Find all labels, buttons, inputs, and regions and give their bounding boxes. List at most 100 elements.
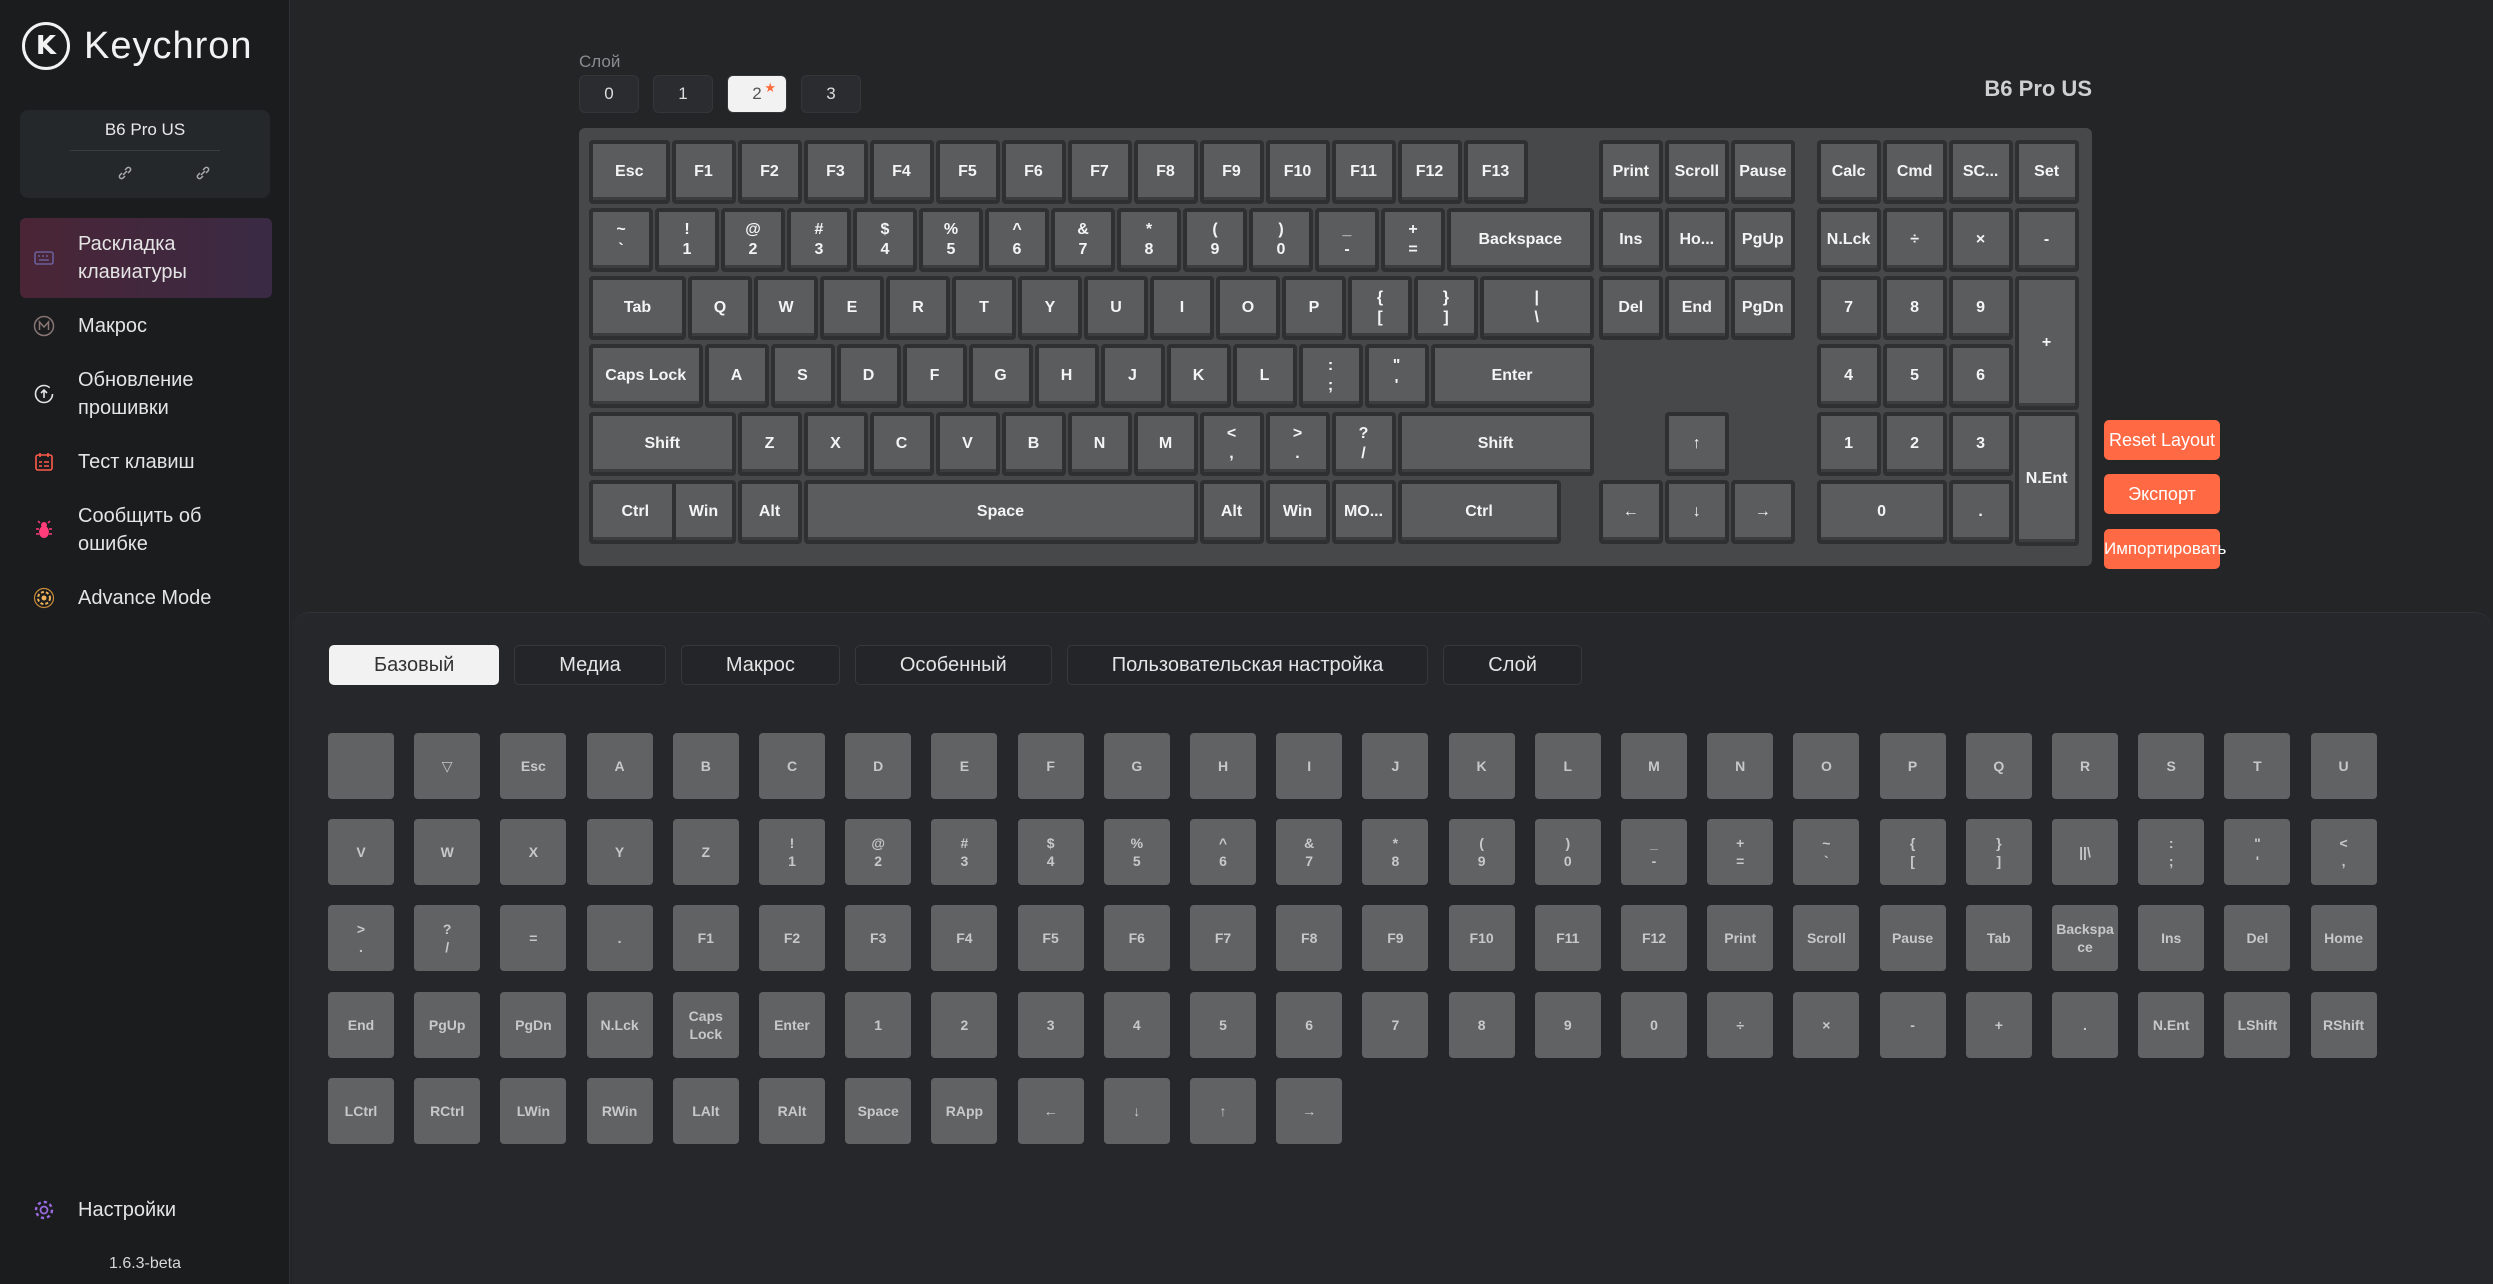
keyboard-key[interactable]: Cmd <box>1882 140 1947 204</box>
keycode-tile[interactable]: Print <box>1707 905 1774 972</box>
key-left-ctrl[interactable]: Ctrl <box>589 479 682 544</box>
keycode-tile[interactable]: >. <box>328 905 394 972</box>
keycode-tile[interactable]: _ - <box>1621 819 1687 886</box>
keyboard-key[interactable]: K <box>1166 343 1231 408</box>
keyboard-key[interactable]: A <box>704 343 769 408</box>
keycode-tile[interactable]: LShift <box>2224 991 2291 1058</box>
keycode-tile[interactable]: Esc <box>500 733 567 799</box>
keycode-tile[interactable]: S <box>2138 733 2205 799</box>
keycode-tile[interactable]: N.Ent <box>2138 991 2205 1058</box>
keycode-tile[interactable]: 5 <box>1190 991 1256 1058</box>
keycode-tile[interactable]: Enter <box>759 991 825 1058</box>
keyboard-key[interactable]: 9 <box>1948 275 2013 340</box>
keycode-tile[interactable]: #3 <box>931 819 998 886</box>
keycode-tile[interactable]: . <box>2052 991 2118 1058</box>
keyboard-key[interactable]: C <box>869 411 934 476</box>
key-arrow-left[interactable]: ← <box>1598 479 1663 544</box>
keyboard-key[interactable]: * 8 <box>1117 207 1181 272</box>
keycode-tile[interactable]: {[ <box>1879 819 1946 886</box>
key-arrow-up[interactable]: ↑ <box>1664 411 1729 476</box>
tab-layer[interactable]: Слой <box>1443 645 1582 685</box>
reset-layout-button[interactable]: Reset Layout <box>2104 420 2220 460</box>
keycode-tile[interactable]: 4 <box>1103 991 1170 1058</box>
keycode-tile[interactable]: N.Lck <box>586 991 653 1058</box>
key-f5[interactable]: F5 <box>935 140 1000 204</box>
keycode-tile[interactable]: T <box>2224 733 2291 799</box>
keycode-tile[interactable]: Pause <box>1879 905 1946 972</box>
keyboard-key[interactable]: Set <box>2014 140 2079 204</box>
keyboard-key[interactable]: W <box>754 275 818 340</box>
keyboard-key[interactable]: <, <box>1199 411 1264 476</box>
key-f4[interactable]: F4 <box>869 140 934 204</box>
keyboard-key[interactable]: Y <box>1018 275 1082 340</box>
keycode-tile[interactable]: F10 <box>1448 905 1515 972</box>
keyboard-key[interactable]: + = <box>1381 207 1445 272</box>
tab-media[interactable]: Медиа <box>514 645 666 685</box>
keyboard-key[interactable]: Z <box>737 411 802 476</box>
keyboard-key[interactable]: 7 <box>1816 275 1881 340</box>
keyboard-key[interactable]: ? / <box>1331 411 1396 476</box>
keyboard-key[interactable]: 1 <box>1816 411 1881 476</box>
keycode-tile[interactable]: 9 <box>1534 991 1601 1058</box>
keyboard-key[interactable]: 2 <box>1882 411 1947 476</box>
sidebar-item-advance-mode[interactable]: Advance Mode <box>20 570 272 626</box>
keycode-tile[interactable]: Home <box>2310 905 2377 972</box>
keyboard-key[interactable]: U <box>1084 275 1148 340</box>
keycode-tile[interactable]: O <box>1793 733 1860 799</box>
keycode-tile[interactable]: 1 <box>845 991 912 1058</box>
keyboard-key[interactable]: ) 0 <box>1249 207 1313 272</box>
keycode-tile[interactable]: 6 <box>1276 991 1343 1058</box>
sidebar-item-report-bug[interactable]: Сообщить об ошибке <box>20 490 272 570</box>
key-right-shift[interactable]: Shift <box>1397 411 1594 476</box>
keycode-tile[interactable]: = <box>500 905 567 972</box>
keyboard-key[interactable]: 6 <box>1948 343 2013 408</box>
keyboard-key[interactable]: {[ <box>1348 275 1412 340</box>
keyboard-key[interactable]: % 5 <box>919 207 983 272</box>
keycode-tile[interactable]: M <box>1621 733 1687 799</box>
keycode-tile[interactable]: ^ 6 <box>1190 819 1256 886</box>
keycode-tile[interactable]: P <box>1879 733 1946 799</box>
keyboard-key[interactable]: 3 <box>1948 411 2013 476</box>
keycode-tile[interactable]: H <box>1190 733 1256 799</box>
keycode-tile[interactable]: X <box>500 819 567 886</box>
keyboard-key[interactable]: D <box>836 343 901 408</box>
keycode-tile[interactable]: }] <box>1965 819 2032 886</box>
keycode-tile[interactable]: RApp <box>931 1077 998 1144</box>
keyboard-key[interactable]: ! 1 <box>655 207 719 272</box>
keyboard-key[interactable]: 4 <box>1816 343 1881 408</box>
keycode-tile[interactable]: F <box>1017 733 1084 799</box>
keyboard-key[interactable]: J <box>1100 343 1165 408</box>
layer-tab-1[interactable]: 1 <box>653 75 713 113</box>
keyboard-key[interactable]: X <box>803 411 868 476</box>
keycode-tile[interactable]: . <box>586 905 653 972</box>
keyboard-key[interactable]: N.Lck <box>1816 207 1881 272</box>
keyboard-key[interactable]: ~ ` <box>589 207 653 272</box>
keyboard-key[interactable]: ÷ <box>1882 207 1947 272</box>
keycode-tile[interactable]: ) 0 <box>1534 819 1601 886</box>
layer-tab-0[interactable]: 0 <box>579 75 639 113</box>
key-arrow-right[interactable]: → <box>1730 479 1795 544</box>
keychron-logo[interactable]: K Keychron <box>22 20 253 72</box>
keycode-tile[interactable]: V <box>328 819 394 886</box>
keycode-tile[interactable]: F6 <box>1103 905 1170 972</box>
keycode-tile[interactable]: Z <box>672 819 739 886</box>
keyboard-key[interactable]: H <box>1034 343 1099 408</box>
keycode-tile[interactable]: Q <box>1965 733 2032 799</box>
keycode-tile[interactable]: LCtrl <box>328 1077 394 1144</box>
key-numpad-0[interactable]: 0 <box>1816 479 1947 544</box>
keycode-tile[interactable]: K <box>1448 733 1515 799</box>
keycode-tile[interactable]: ↑ <box>1190 1077 1256 1144</box>
key-f13[interactable]: F13 <box>1463 140 1528 204</box>
keycode-tile[interactable]: W <box>414 819 481 886</box>
keycode-tile[interactable]: R <box>2052 733 2118 799</box>
keycode-tile[interactable]: F11 <box>1534 905 1601 972</box>
layer-tab-2[interactable]: 2 ★ <box>727 75 787 113</box>
keycode-tile[interactable]: (9 <box>1448 819 1515 886</box>
keycode-tile[interactable]: F4 <box>931 905 998 972</box>
sidebar-item-key-test[interactable]: Тест клавиш <box>20 434 272 490</box>
keycode-tile[interactable]: Scroll <box>1793 905 1860 972</box>
tab-special[interactable]: Особенный <box>854 645 1052 685</box>
keyboard-key[interactable]: P <box>1282 275 1346 340</box>
keycode-tile[interactable]: L <box>1534 733 1601 799</box>
keyboard-key[interactable]: }] <box>1414 275 1478 340</box>
